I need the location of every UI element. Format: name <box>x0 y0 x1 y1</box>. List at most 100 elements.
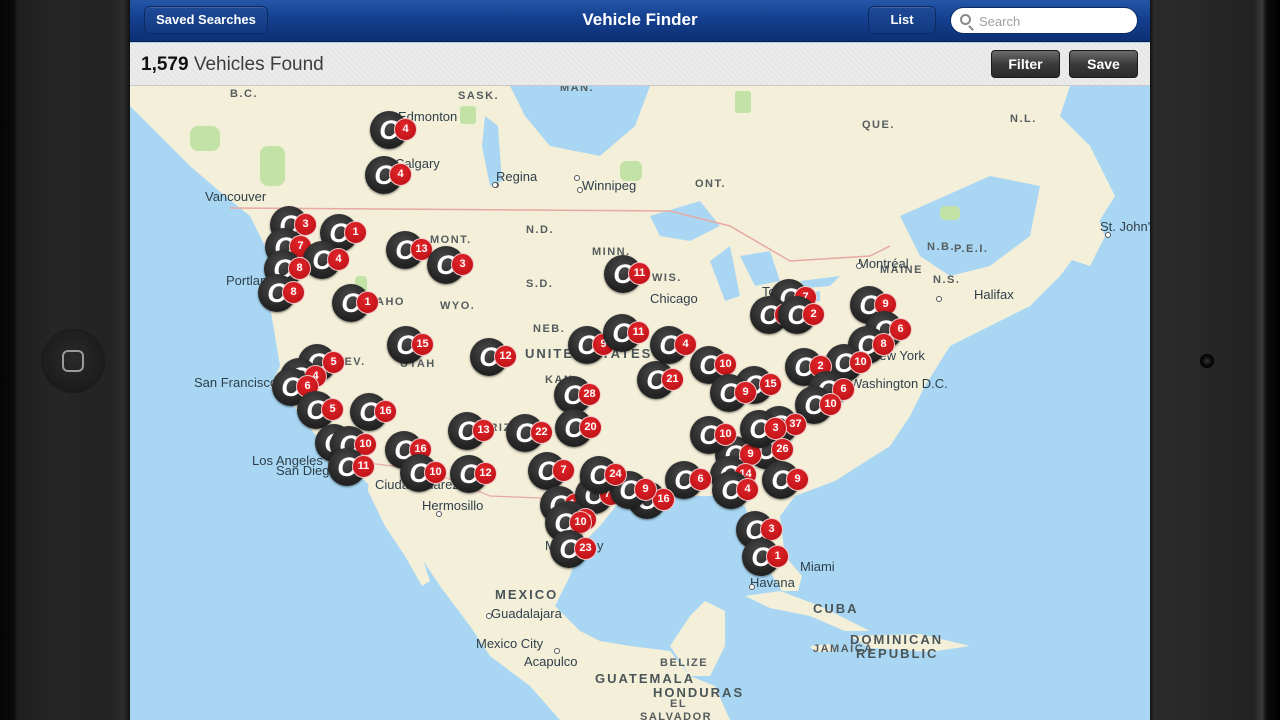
cluster-count-badge: 3 <box>764 417 787 440</box>
map-label-que-: QUE. <box>862 119 895 131</box>
home-square-icon <box>62 350 84 372</box>
city-marker-icon <box>936 296 942 302</box>
city-marker-icon <box>1105 232 1111 238</box>
city-marker-icon <box>486 613 492 619</box>
map-label-n-d-: N.D. <box>526 224 554 236</box>
vehicle-count-label: Vehicles Found <box>193 54 324 75</box>
cluster-count-badge: 21 <box>661 368 684 391</box>
map-label-wyo-: WYO. <box>440 300 476 312</box>
vehicle-cluster-pin[interactable]: 7 <box>528 452 576 490</box>
map-view[interactable]: B.C. SASK. MAN. QUE. N.L. ONT. N.D. S.D. MONT. ID… <box>130 86 1150 720</box>
cluster-count-badge: 10 <box>714 423 737 446</box>
cluster-count-badge: 9 <box>786 468 809 491</box>
vehicle-cluster-pin[interactable]: 8 <box>258 274 306 312</box>
cluster-count-badge: 11 <box>627 321 650 344</box>
search-box[interactable] <box>950 7 1138 34</box>
vehicle-cluster-pin[interactable]: 4 <box>712 471 760 509</box>
vehicle-cluster-pin[interactable]: 11 <box>604 255 652 293</box>
vehicle-cluster-pin[interactable]: 23 <box>550 530 598 568</box>
vehicle-cluster-pin[interactable]: 1 <box>332 284 380 322</box>
vehicle-cluster-pin[interactable]: 21 <box>637 361 685 399</box>
vehicle-cluster-pin[interactable]: 10 <box>400 454 448 492</box>
cluster-count-badge: 5 <box>321 398 344 421</box>
cluster-count-badge: 15 <box>411 333 434 356</box>
device-bezel-left <box>0 0 130 720</box>
cluster-count-badge: 2 <box>802 303 825 326</box>
cluster-count-badge: 24 <box>604 463 627 486</box>
vehicle-cluster-pin[interactable]: 4 <box>370 111 418 149</box>
vehicle-cluster-pin[interactable]: 20 <box>555 409 603 447</box>
map-label-mexico-city: Mexico City <box>476 636 544 651</box>
cluster-count-badge: 20 <box>579 416 602 439</box>
map-label-winnipeg: Winnipeg <box>582 178 637 193</box>
map-label-republic: REPUBLIC <box>856 646 939 661</box>
city-marker-icon <box>492 182 498 188</box>
vehicle-cluster-pin[interactable]: 15 <box>387 326 435 364</box>
map-label-neb-: NEB. <box>533 323 566 335</box>
map-label-vancouver: Vancouver <box>205 189 267 204</box>
map-label-el: EL <box>670 698 688 710</box>
filter-button[interactable]: Filter <box>991 50 1060 78</box>
vehicle-cluster-pin[interactable]: 11 <box>328 448 376 486</box>
cluster-count-badge: 9 <box>634 478 657 501</box>
map-label-sask-: SASK. <box>458 90 500 102</box>
vehicle-cluster-pin[interactable]: 4 <box>365 156 413 194</box>
map-label-salvador: SALVADOR <box>640 711 713 720</box>
city-marker-icon <box>554 648 560 654</box>
search-input[interactable] <box>979 12 1129 30</box>
vehicle-cluster-pin[interactable]: 22 <box>506 414 554 452</box>
map-label-p-e-i-: P.E.I. <box>954 243 989 255</box>
vehicle-cluster-pin[interactable]: 24 <box>580 456 628 494</box>
cluster-count-badge: 9 <box>734 381 757 404</box>
cluster-count-badge: 7 <box>552 459 575 482</box>
search-icon <box>960 14 971 25</box>
cluster-count-badge: 10 <box>714 353 737 376</box>
saved-searches-button[interactable]: Saved Searches <box>144 6 268 34</box>
map-label-halifax: Halifax <box>974 287 1014 302</box>
vehicle-cluster-pin[interactable]: 12 <box>470 338 518 376</box>
map-label-man-: MAN. <box>560 86 595 94</box>
device-bezel-right <box>1150 0 1280 720</box>
map-label-guadalajara: Guadalajara <box>491 606 562 621</box>
cluster-count-badge: 12 <box>474 462 497 485</box>
map-label-b-c-: B.C. <box>230 88 258 100</box>
vehicle-cluster-pin[interactable]: 3 <box>740 410 788 448</box>
cluster-count-badge: 12 <box>494 345 517 368</box>
app-screen: Saved Searches Vehicle Finder List 1,579… <box>130 0 1150 720</box>
vehicle-cluster-pin[interactable]: 10 <box>690 416 738 454</box>
vehicle-cluster-pin[interactable]: 9 <box>710 374 758 412</box>
map-label-hermosillo: Hermosillo <box>422 498 484 513</box>
city-marker-icon <box>436 511 442 517</box>
map-label-honduras: HONDURAS <box>653 685 745 700</box>
results-toolbar: 1,579 Vehicles Found Filter Save <box>130 43 1150 86</box>
save-search-button[interactable]: Save <box>1069 50 1138 78</box>
results-count: 1,579 Vehicles Found <box>141 54 324 76</box>
city-marker-icon <box>577 187 583 193</box>
list-view-button[interactable]: List <box>868 6 936 34</box>
vehicle-cluster-pin[interactable]: 11 <box>603 314 651 352</box>
vehicle-cluster-pin[interactable]: 3 <box>427 246 475 284</box>
map-label-n-b-: N.B. <box>927 241 955 253</box>
cluster-count-badge: 10 <box>819 393 842 416</box>
map-label-belize: BELIZE <box>660 657 709 669</box>
home-button[interactable] <box>42 330 104 392</box>
cluster-count-badge: 11 <box>352 455 375 478</box>
cluster-count-badge: 4 <box>389 163 412 186</box>
vehicle-cluster-pin[interactable]: 2 <box>778 296 826 334</box>
map-label-guatemala: GUATEMALA <box>595 671 696 686</box>
vehicle-cluster-pin[interactable]: 1 <box>742 538 790 576</box>
city-marker-icon <box>856 263 862 269</box>
map-label-n-s-: N.S. <box>933 274 961 286</box>
vehicle-cluster-pin[interactable]: 12 <box>450 455 498 493</box>
vehicle-cluster-pin[interactable]: 13 <box>448 412 496 450</box>
map-label-dominican: DOMINICAN <box>850 632 944 647</box>
map-label-chicago: Chicago <box>650 291 698 306</box>
cluster-count-badge: 6 <box>689 468 712 491</box>
cluster-count-badge: 1 <box>356 291 379 314</box>
map-label-montr-al: Montréal <box>858 256 909 271</box>
map-label-havana: Havana <box>750 575 795 590</box>
vehicle-cluster-pin[interactable]: 9 <box>762 461 810 499</box>
cluster-count-badge: 22 <box>530 421 553 444</box>
map-label-s-d-: S.D. <box>526 278 554 290</box>
cluster-count-badge: 4 <box>327 248 350 271</box>
